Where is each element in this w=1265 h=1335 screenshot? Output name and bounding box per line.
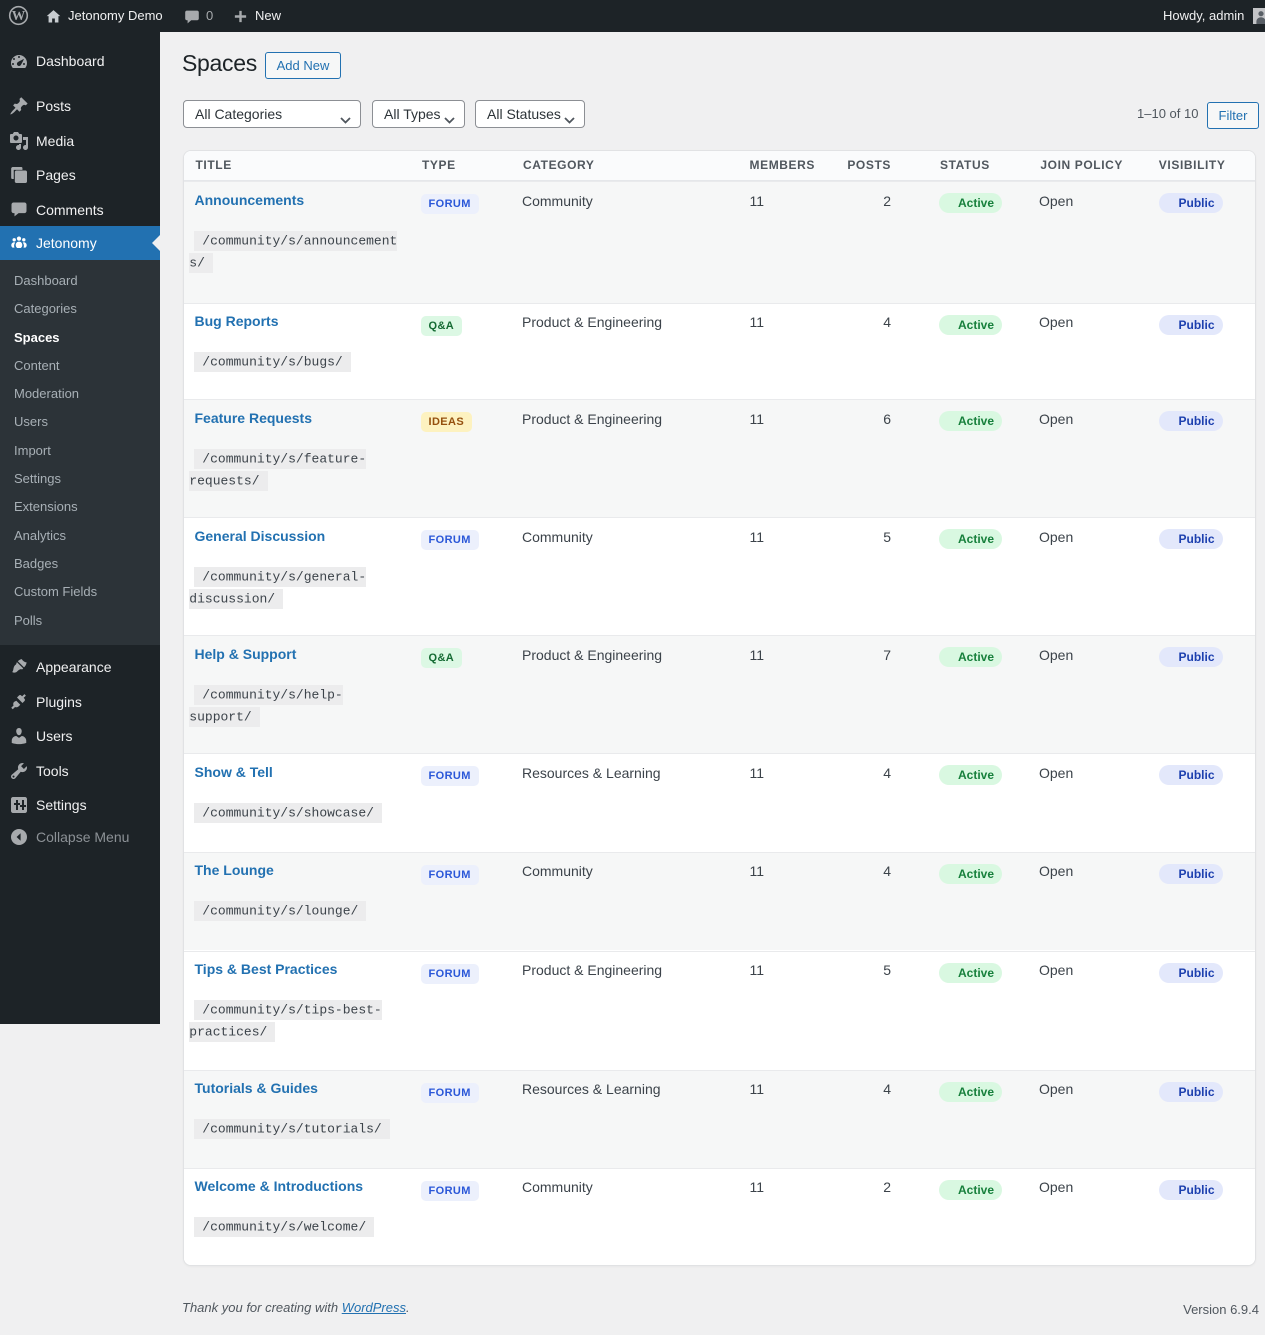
svg-text:W: W <box>12 8 26 23</box>
